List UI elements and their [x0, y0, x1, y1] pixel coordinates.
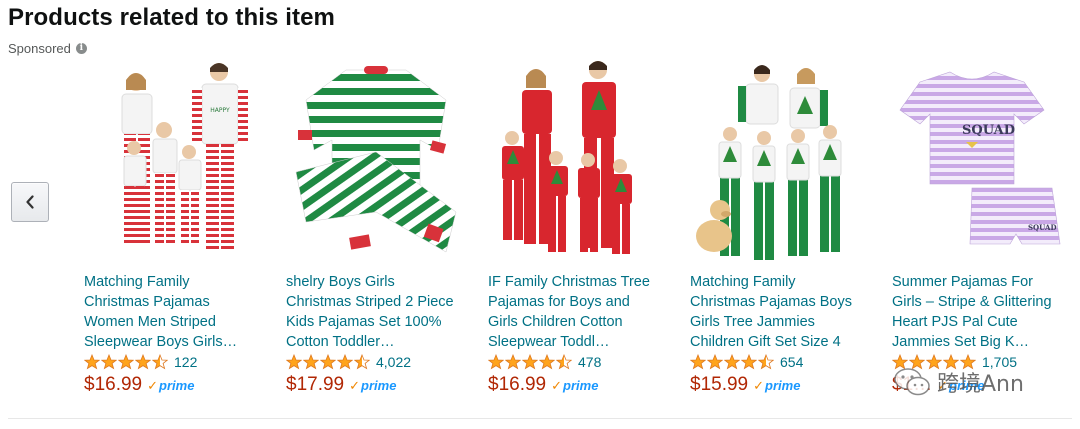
star-icon [556, 354, 572, 370]
product-image-family-striped-pajamas[interactable]: HAPPY [84, 60, 264, 270]
prime-check-icon: ✓ [147, 378, 159, 393]
star-icon [505, 354, 521, 370]
prime-check-icon: ✓ [753, 378, 765, 393]
star-icon [724, 354, 740, 370]
star-icon [320, 354, 336, 370]
star-icon [303, 354, 319, 370]
watermark: 跨境Ann [893, 366, 1024, 398]
review-count[interactable]: 122 [174, 354, 197, 370]
review-count[interactable]: 4,022 [376, 354, 411, 370]
star-icon [135, 354, 151, 370]
product-title[interactable]: Summer Pajamas For Girls – Stripe & Glit… [892, 272, 1064, 352]
carousel-prev-button[interactable] [11, 182, 49, 222]
sponsored-label[interactable]: Sponsored i [8, 41, 87, 56]
rating-row[interactable]: 478 [488, 354, 601, 370]
price-row: $16.99 ✓ prime [488, 374, 598, 396]
price: $17.99 [286, 374, 345, 395]
product-image-purple-summer-pajamas[interactable]: SQUAD SQUAD [892, 60, 1072, 270]
svg-text:SQUAD: SQUAD [1028, 223, 1057, 232]
prime-check-icon: ✓ [349, 378, 361, 393]
star-icon [539, 354, 555, 370]
star-icon [690, 354, 706, 370]
star-icon [707, 354, 723, 370]
prime-badge: ✓ prime [349, 378, 396, 394]
rating-row[interactable]: 4,022 [286, 354, 411, 370]
prime-label: prime [563, 378, 599, 393]
rating-row[interactable]: 122 [84, 354, 197, 370]
star-rating [488, 354, 572, 370]
section-heading: Products related to this item [8, 4, 335, 31]
star-icon [286, 354, 302, 370]
watermark-text: 跨境Ann [937, 372, 1024, 397]
star-icon [101, 354, 117, 370]
star-rating [84, 354, 168, 370]
prime-label: prime [159, 378, 195, 393]
price: $16.99 [488, 374, 547, 395]
prime-label: prime [361, 378, 397, 393]
price: $16.99 [84, 374, 143, 395]
wechat-logo-icon [894, 368, 930, 396]
star-rating [690, 354, 774, 370]
prime-label: prime [765, 378, 801, 393]
star-icon [337, 354, 353, 370]
star-icon [84, 354, 100, 370]
star-rating [286, 354, 370, 370]
star-icon [741, 354, 757, 370]
price-row: $16.99 ✓ prime [84, 374, 194, 396]
svg-text:SQUAD: SQUAD [962, 123, 1015, 138]
product-image-green-striped-pajamas[interactable] [286, 60, 466, 270]
prime-badge: ✓ prime [147, 378, 194, 394]
prime-badge: ✓ prime [551, 378, 598, 394]
sponsored-text: Sponsored [8, 41, 71, 56]
review-count[interactable]: 478 [578, 354, 601, 370]
star-icon [118, 354, 134, 370]
prime-check-icon: ✓ [551, 378, 563, 393]
info-icon[interactable]: i [75, 43, 87, 54]
rating-row[interactable]: 654 [690, 354, 803, 370]
star-icon [488, 354, 504, 370]
svg-text:HAPPY: HAPPY [210, 107, 230, 114]
price-row: $15.99 ✓ prime [690, 374, 800, 396]
product-carousel: HAPPY Matching Family Christmas Pajamas … [84, 60, 1080, 405]
price: $15.99 [690, 374, 749, 395]
price-row: $17.99 ✓ prime [286, 374, 396, 396]
product-title[interactable]: Matching Family Christmas Pajamas Women … [84, 272, 256, 352]
star-icon [152, 354, 168, 370]
review-count[interactable]: 654 [780, 354, 803, 370]
product-image-red-tree-pajamas[interactable] [488, 60, 668, 270]
product-image-green-tree-pajamas[interactable] [690, 60, 870, 270]
prime-badge: ✓ prime [753, 378, 800, 394]
star-icon [522, 354, 538, 370]
chevron-left-icon [26, 195, 34, 209]
product-title[interactable]: shelry Boys Girls Christmas Striped 2 Pi… [286, 272, 458, 352]
star-icon [354, 354, 370, 370]
product-title[interactable]: IF Family Christmas Tree Pajamas for Boy… [488, 272, 660, 352]
product-title[interactable]: Matching Family Christmas Pajamas Boys G… [690, 272, 862, 352]
star-icon [758, 354, 774, 370]
section-divider [8, 418, 1072, 419]
